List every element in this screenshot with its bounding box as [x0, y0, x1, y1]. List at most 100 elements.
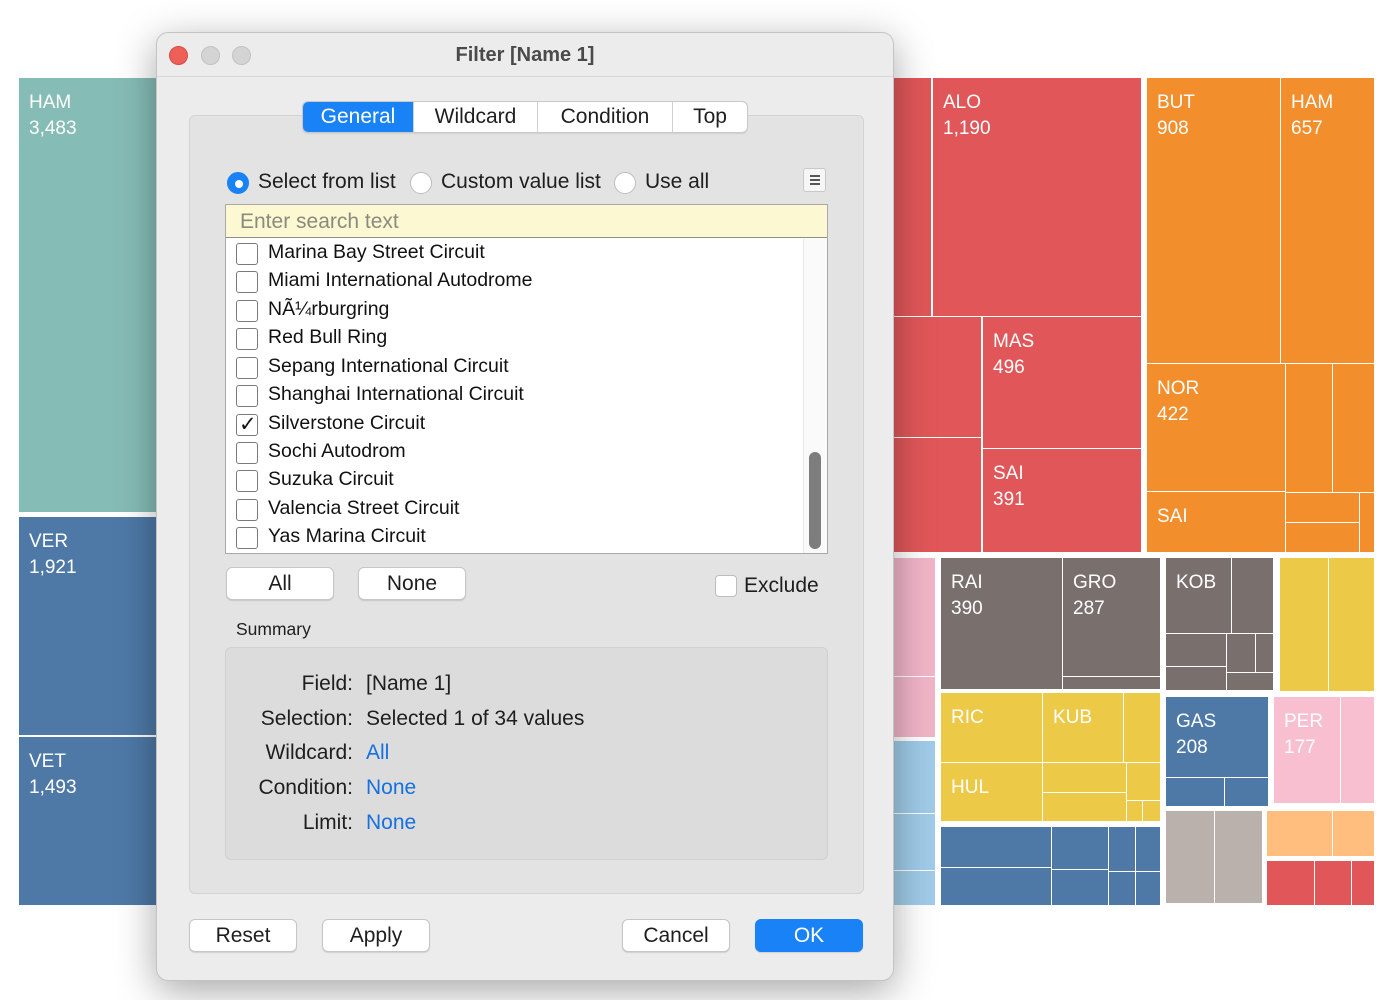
condition-link[interactable]: None — [366, 776, 416, 800]
tile-yellow-small[interactable] — [1328, 557, 1375, 692]
tile-mas[interactable]: MAS 496 — [982, 316, 1142, 449]
tile-per[interactable]: PER 177 — [1273, 696, 1341, 804]
tile-blue-small[interactable] — [1165, 777, 1225, 807]
tile-yellow-small[interactable] — [1042, 762, 1127, 793]
tile-brown-small[interactable] — [1226, 633, 1256, 673]
tile-hul[interactable]: HUL — [940, 762, 1043, 822]
list-item[interactable]: Silverstone Circuit — [226, 411, 802, 439]
select-all-button[interactable]: All — [226, 567, 334, 600]
tile-blue-small[interactable] — [1135, 871, 1161, 906]
tile-vet[interactable]: VET 1,493 — [18, 736, 158, 906]
tile-red-small[interactable] — [880, 437, 982, 553]
tile-nor[interactable]: NOR 422 — [1146, 363, 1286, 492]
list-menu-icon[interactable] — [803, 168, 826, 192]
item-label[interactable]: Suzuka Circuit — [268, 468, 394, 491]
item-checkbox[interactable] — [236, 499, 258, 521]
list-item[interactable]: Suzuka Circuit — [226, 467, 802, 495]
item-checkbox[interactable] — [236, 271, 258, 293]
tile-blue-small[interactable] — [1135, 826, 1161, 872]
tile-brown-small[interactable] — [1062, 676, 1161, 690]
list-item[interactable]: Marina Bay Street Circuit — [226, 240, 802, 268]
item-label[interactable]: Yas Marina Circuit — [268, 525, 426, 548]
tile-kob[interactable]: KOB — [1165, 557, 1232, 634]
tab-condition[interactable]: Condition — [537, 102, 672, 132]
tile-orange-small[interactable] — [1285, 492, 1360, 523]
tile-yellow-small[interactable] — [1142, 800, 1161, 822]
tile-blue-small[interactable] — [1051, 826, 1109, 870]
tile-yellow-small[interactable] — [1279, 557, 1329, 692]
tile-ric[interactable]: RIC — [940, 692, 1043, 763]
item-label[interactable]: Marina Bay Street Circuit — [268, 241, 485, 264]
tile-gro[interactable]: GRO 287 — [1062, 557, 1161, 677]
tile-tan-small[interactable] — [1214, 810, 1263, 904]
item-checkbox-checked[interactable] — [236, 412, 258, 436]
list-item[interactable]: Red Bull Ring — [226, 325, 802, 353]
list-item[interactable]: Sochi Autodrom — [226, 439, 802, 467]
tile-tan-small[interactable] — [1165, 810, 1215, 904]
tile-gas[interactable]: GAS 208 — [1165, 696, 1269, 778]
list-item[interactable]: Yas Marina Circuit — [226, 524, 802, 552]
custom-value-list-radio[interactable] — [410, 172, 432, 194]
tile-red-small[interactable] — [1266, 860, 1315, 906]
tile-kub[interactable]: KUB — [1042, 692, 1124, 763]
item-checkbox[interactable] — [236, 527, 258, 549]
tile-blue-small[interactable] — [1051, 869, 1109, 906]
tile-lorange-small[interactable] — [1332, 810, 1375, 857]
tile-red-small[interactable] — [880, 316, 982, 438]
tile-yellow-small[interactable] — [1126, 800, 1143, 822]
list-item[interactable]: Sepang International Circuit — [226, 354, 802, 382]
tile-rai[interactable]: RAI 390 — [940, 557, 1063, 690]
use-all-label[interactable]: Use all — [645, 170, 709, 194]
tile-alo[interactable]: ALO 1,190 — [932, 77, 1142, 317]
tile-blue-small[interactable] — [940, 826, 1052, 868]
tile-brown-small[interactable] — [1231, 557, 1274, 634]
item-checkbox[interactable] — [236, 300, 258, 322]
apply-button[interactable]: Apply — [322, 919, 430, 952]
select-from-list-label[interactable]: Select from list — [258, 170, 396, 194]
custom-value-list-label[interactable]: Custom value list — [441, 170, 601, 194]
wildcard-link[interactable]: All — [366, 741, 389, 765]
tile-blue-small[interactable] — [940, 867, 1052, 906]
list-item[interactable]: NÃ¼rburgring — [226, 297, 802, 325]
exclude-label[interactable]: Exclude — [744, 574, 819, 598]
item-checkbox[interactable] — [236, 385, 258, 407]
item-checkbox[interactable] — [236, 442, 258, 464]
tile-yellow-small[interactable] — [1042, 792, 1127, 822]
item-label[interactable]: Miami International Autodrome — [268, 269, 532, 292]
exclude-checkbox[interactable] — [715, 575, 737, 597]
tile-blue-small[interactable] — [1108, 871, 1136, 906]
item-label[interactable]: Valencia Street Circuit — [268, 497, 459, 520]
tile-sai-red[interactable]: SAI 391 — [982, 448, 1142, 553]
tile-orange-small[interactable] — [1332, 363, 1375, 493]
item-checkbox[interactable] — [236, 328, 258, 350]
item-label[interactable]: Silverstone Circuit — [268, 412, 425, 435]
tab-wildcard[interactable]: Wildcard — [413, 102, 537, 132]
tile-orange-small[interactable] — [1285, 522, 1360, 553]
tile-orange-small[interactable] — [1285, 363, 1333, 493]
tile-ham-orange[interactable]: HAM 657 — [1280, 77, 1375, 364]
tab-top[interactable]: Top — [672, 102, 747, 132]
item-label[interactable]: Sepang International Circuit — [268, 355, 509, 378]
tile-but[interactable]: BUT 908 — [1146, 77, 1281, 364]
list-scrollbar[interactable] — [803, 239, 827, 553]
item-label[interactable]: Sochi Autodrom — [268, 440, 406, 463]
list-item[interactable]: Shanghai International Circuit — [226, 382, 802, 410]
item-checkbox[interactable] — [236, 470, 258, 492]
item-checkbox[interactable] — [236, 357, 258, 379]
scrollbar-thumb[interactable] — [809, 452, 821, 549]
tile-lpink-small[interactable] — [1340, 696, 1375, 804]
list-item[interactable]: Miami International Autodrome — [226, 268, 802, 296]
tile-brown-small[interactable] — [1165, 633, 1227, 667]
tile-blue-small[interactable] — [1224, 777, 1269, 807]
tab-general[interactable]: General — [303, 102, 413, 132]
select-from-list-radio[interactable] — [227, 172, 249, 194]
tile-red-small[interactable] — [1351, 860, 1375, 906]
tile-yellow-small[interactable] — [1123, 692, 1161, 763]
search-input[interactable]: Enter search text — [226, 205, 827, 238]
tile-lorange-small[interactable] — [1266, 810, 1333, 857]
item-label[interactable]: NÃ¼rburgring — [268, 298, 389, 321]
reset-button[interactable]: Reset — [189, 919, 297, 952]
select-none-button[interactable]: None — [358, 567, 466, 600]
use-all-radio[interactable] — [614, 172, 636, 194]
cancel-button[interactable]: Cancel — [622, 919, 730, 952]
